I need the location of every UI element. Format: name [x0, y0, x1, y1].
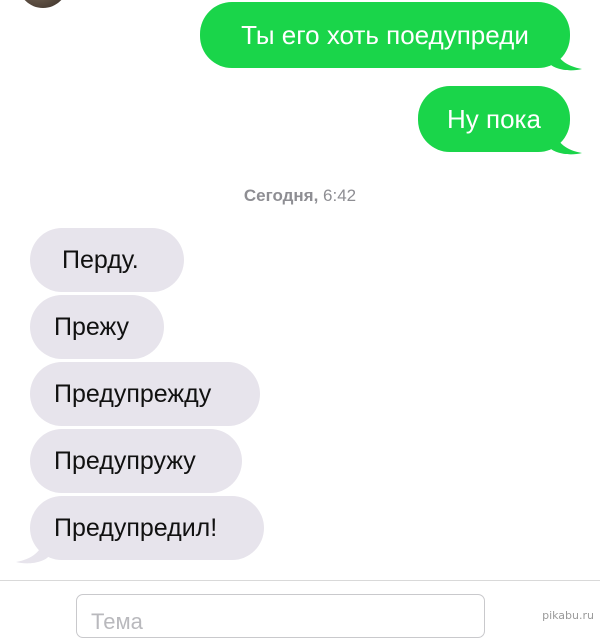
- subject-input[interactable]: [76, 594, 485, 638]
- incoming-message-bubble[interactable]: Предупрежду: [30, 362, 260, 426]
- timestamp-day: Сегодня,: [243, 186, 319, 205]
- message-text: Ну пока: [447, 104, 541, 134]
- bubble-tail-icon: [548, 126, 582, 155]
- bubble-tail-icon: [16, 535, 50, 564]
- message-text: Предупружу: [54, 446, 196, 475]
- message-text: Прежу: [54, 312, 129, 341]
- bubble-tail-icon: [548, 42, 582, 71]
- timestamp-time: 6:42: [323, 186, 357, 205]
- outgoing-message-bubble[interactable]: Ты его хоть поедупреди: [200, 2, 570, 68]
- compose-divider: [0, 580, 600, 581]
- message-text: Ты его хоть поедупреди: [241, 20, 529, 50]
- incoming-message-bubble[interactable]: Прежу: [30, 295, 164, 359]
- conversation-timestamp: Сегодня, 6:42: [0, 186, 600, 206]
- incoming-message-bubble[interactable]: Перду.: [30, 228, 184, 292]
- message-text: Перду.: [62, 245, 139, 274]
- contact-avatar: [18, 0, 68, 8]
- incoming-message-bubble[interactable]: Предупредил!: [30, 496, 264, 560]
- message-text: Предупрежду: [54, 379, 212, 408]
- watermark: pikabu.ru: [542, 609, 594, 622]
- incoming-message-bubble[interactable]: Предупружу: [30, 429, 242, 493]
- message-text: Предупредил!: [54, 513, 218, 542]
